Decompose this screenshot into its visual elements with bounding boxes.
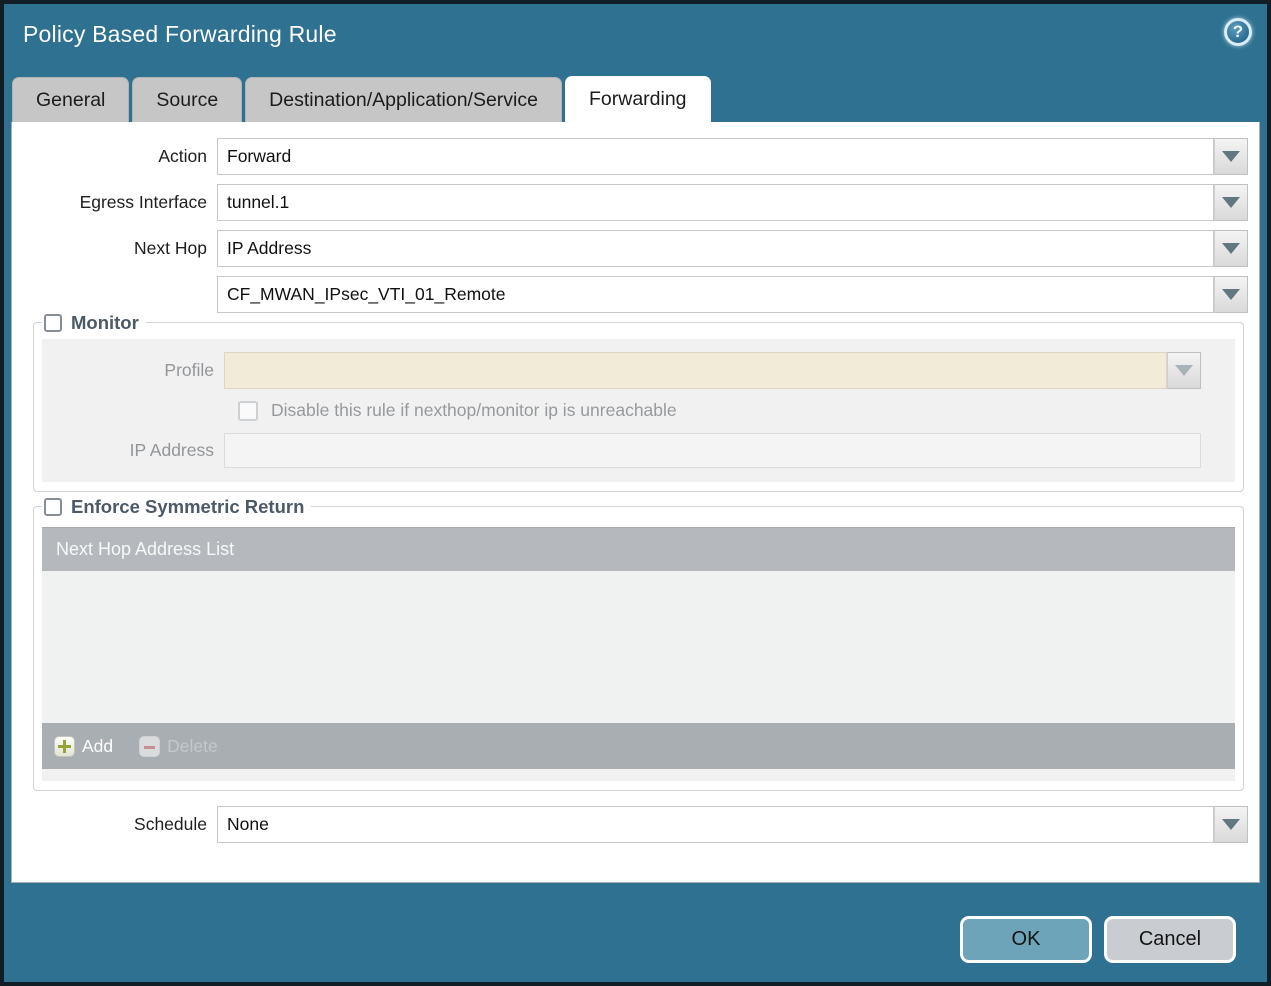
tab-general[interactable]: General <box>12 76 130 122</box>
minus-icon <box>139 735 161 757</box>
tab-source[interactable]: Source <box>132 76 243 122</box>
disable-rule-row: Disable this rule if nexthop/monitor ip … <box>238 400 1227 421</box>
action-row: Action <box>12 138 1248 175</box>
monitor-ip-address-label: IP Address <box>129 440 214 460</box>
table-scrollbar-track[interactable] <box>42 769 1235 781</box>
delete-button-label: Delete <box>167 735 218 756</box>
next-hop-address-row <box>12 276 1248 313</box>
chevron-down-icon <box>1222 819 1240 830</box>
next-hop-row: Next Hop <box>12 230 1248 267</box>
next-hop-address-list-header: Next Hop Address List <box>42 527 1235 571</box>
chevron-down-icon <box>1175 365 1193 376</box>
disable-rule-label: Disable this rule if nexthop/monitor ip … <box>271 400 677 420</box>
action-dropdown-button[interactable] <box>1214 138 1248 175</box>
profile-label: Profile <box>164 360 214 380</box>
egress-interface-label: Egress Interface <box>79 192 207 212</box>
action-label: Action <box>158 146 207 166</box>
enforce-symmetric-return-checkbox[interactable] <box>44 498 62 516</box>
monitor-section: Monitor Profile Disable this rule if nex… <box>33 312 1244 492</box>
plus-icon <box>54 735 75 757</box>
profile-row: Profile <box>50 352 1201 389</box>
tab-destination-application-service[interactable]: Destination/Application/Service <box>245 76 562 122</box>
add-button[interactable]: Add <box>54 735 114 757</box>
delete-button: Delete <box>139 735 218 757</box>
dialog-title: Policy Based Forwarding Rule <box>23 21 337 47</box>
cancel-button[interactable]: Cancel <box>1104 916 1236 963</box>
next-hop-address-dropdown-button[interactable] <box>1214 276 1248 313</box>
enforce-symmetric-return-section: Enforce Symmetric Return Next Hop Addres… <box>33 496 1244 791</box>
chevron-down-icon <box>1222 243 1240 254</box>
chevron-down-icon <box>1222 197 1240 208</box>
monitor-ip-address-input <box>224 433 1201 468</box>
tab-bar: General Source Destination/Application/S… <box>12 70 1259 124</box>
schedule-label: Schedule <box>134 814 207 834</box>
egress-interface-input[interactable] <box>217 184 1214 221</box>
profile-input <box>224 352 1167 389</box>
next-hop-address-list-toolbar: Add Delete <box>42 723 1235 769</box>
next-hop-address-list-body <box>42 571 1235 723</box>
tab-forwarding[interactable]: Forwarding <box>564 75 711 124</box>
pbf-rule-dialog: Policy Based Forwarding Rule ? General S… <box>0 0 1271 986</box>
title-bar: Policy Based Forwarding Rule ? <box>4 4 1267 66</box>
ok-button[interactable]: OK <box>960 916 1092 963</box>
next-hop-label: Next Hop <box>134 238 207 258</box>
action-input[interactable] <box>217 138 1214 175</box>
monitor-legend: Monitor <box>42 312 146 334</box>
enforce-symmetric-return-label: Enforce Symmetric Return <box>71 496 305 517</box>
next-hop-address-input[interactable] <box>217 276 1214 313</box>
forwarding-tab-panel: Action Egress Interface Next Hop <box>11 122 1260 883</box>
next-hop-type-dropdown-button[interactable] <box>1214 230 1248 267</box>
next-hop-type-input[interactable] <box>217 230 1214 267</box>
schedule-dropdown-button[interactable] <box>1214 806 1248 843</box>
monitor-ip-address-row: IP Address <box>50 433 1201 468</box>
profile-dropdown-button <box>1167 352 1201 389</box>
help-icon[interactable]: ? <box>1224 18 1252 46</box>
schedule-input[interactable] <box>217 806 1214 843</box>
disable-rule-checkbox <box>238 400 258 421</box>
chevron-down-icon <box>1222 151 1240 162</box>
monitor-label: Monitor <box>71 312 139 333</box>
enforce-symmetric-return-legend: Enforce Symmetric Return <box>42 496 312 518</box>
monitor-checkbox[interactable] <box>44 314 62 332</box>
monitor-disabled-panel: Profile Disable this rule if nexthop/mon… <box>42 339 1235 482</box>
egress-interface-row: Egress Interface <box>12 184 1248 221</box>
chevron-down-icon <box>1222 289 1240 300</box>
egress-interface-dropdown-button[interactable] <box>1214 184 1248 221</box>
add-button-label: Add <box>82 735 114 756</box>
next-hop-address-list-table: Next Hop Address List Add Delete <box>42 527 1235 781</box>
schedule-row: Schedule <box>12 806 1248 843</box>
